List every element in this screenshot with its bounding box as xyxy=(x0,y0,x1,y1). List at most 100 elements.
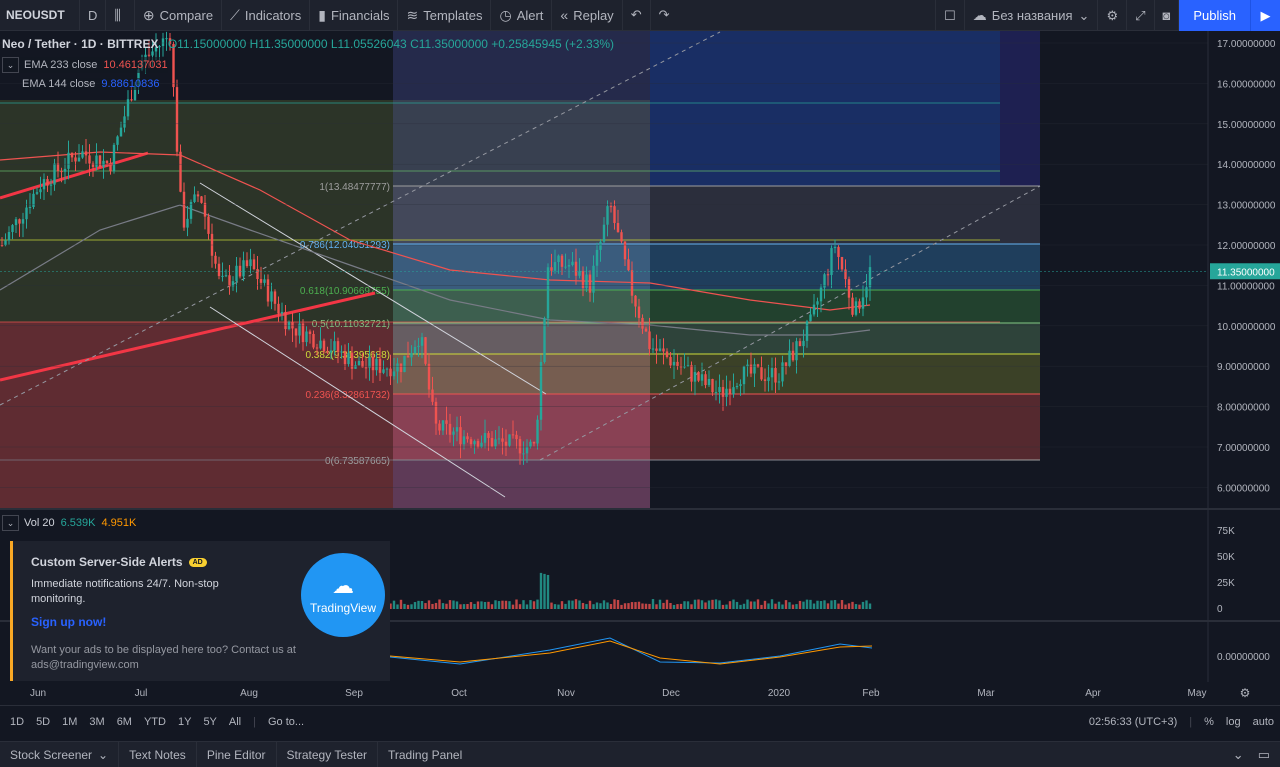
candle-body xyxy=(711,379,714,393)
candle-body xyxy=(385,368,389,370)
candle-body xyxy=(644,328,648,332)
volume-tick: 0 xyxy=(1217,604,1223,615)
range-all[interactable]: All xyxy=(223,716,247,728)
candle-body xyxy=(774,368,777,383)
volume-bar xyxy=(508,601,511,609)
redo-button[interactable]: ↷ xyxy=(651,0,678,31)
chart-type-button[interactable]: ⫼ xyxy=(106,0,135,31)
percent-toggle[interactable]: % xyxy=(1198,716,1220,728)
snapshot-button[interactable]: ◙ xyxy=(1155,0,1180,31)
indicators-label: Indicators xyxy=(244,7,302,23)
candle-body xyxy=(634,295,637,307)
candle-body xyxy=(812,304,816,315)
minimize-icon[interactable]: ⌄ xyxy=(1233,747,1244,763)
symbol-search[interactable]: NEOUSDT xyxy=(0,0,80,31)
volume-bar xyxy=(693,599,697,609)
candle-body xyxy=(105,160,109,164)
settings-button[interactable]: ⚙ xyxy=(1098,0,1128,31)
range-5y[interactable]: 5Y xyxy=(197,716,222,728)
candle-body xyxy=(571,261,574,266)
templates-button[interactable]: ≋ Templates xyxy=(398,0,492,31)
tab-stock-screener[interactable]: Stock Screener ⌄ xyxy=(0,741,120,767)
candle-body xyxy=(784,362,788,367)
legend-close: C11.35000000 xyxy=(410,37,488,51)
maximize-icon[interactable]: ▭ xyxy=(1258,747,1270,763)
tradingview-logo[interactable]: ☁ TradingView xyxy=(301,553,385,637)
axis-settings-icon[interactable]: ⚙ xyxy=(1240,686,1251,700)
range-6m[interactable]: 6M xyxy=(111,716,138,728)
volume-legend[interactable]: ⌄ Vol 20 6.539K 4.951K xyxy=(2,515,136,531)
fullscreen-square-button[interactable]: ☐ xyxy=(935,0,965,31)
zone-blue-top xyxy=(650,31,1000,186)
fullscreen-button[interactable]: ⤢ xyxy=(1127,0,1155,31)
range-ytd[interactable]: YTD xyxy=(138,716,172,728)
time-tick: Feb xyxy=(862,688,880,699)
clock[interactable]: 02:56:33 (UTC+3) xyxy=(1083,716,1183,728)
candle-body xyxy=(767,377,770,381)
range-3m[interactable]: 3M xyxy=(83,716,110,728)
volume-bar xyxy=(592,604,595,609)
volume-bar xyxy=(641,603,644,609)
indicators-icon: ⟋ xyxy=(230,6,240,23)
candle-body xyxy=(735,385,739,388)
time-tick: Aug xyxy=(240,688,258,699)
volume-bar xyxy=(714,599,718,609)
tab-text-notes[interactable]: Text Notes xyxy=(119,741,197,767)
time-tick: Jul xyxy=(135,688,148,699)
ad-popup[interactable]: Custom Server-Side Alerts AD Immediate no… xyxy=(10,541,390,681)
financials-button[interactable]: ▮ Financials xyxy=(310,0,399,31)
interval-button[interactable]: D xyxy=(80,0,107,31)
range-5d[interactable]: 5D xyxy=(30,716,56,728)
volume-bar xyxy=(417,600,420,609)
volume-bar xyxy=(658,599,662,609)
candle-body xyxy=(77,157,81,162)
volume-bar xyxy=(707,600,711,609)
play-button[interactable]: ▶ xyxy=(1250,0,1280,31)
candle-body xyxy=(606,206,609,225)
replay-button[interactable]: «Replay xyxy=(552,0,623,31)
candle-body xyxy=(46,179,49,186)
ema233-legend[interactable]: ⌄ EMA 233 close 10.46137031 xyxy=(2,57,168,73)
candle-body xyxy=(35,192,39,194)
range-1y[interactable]: 1Y xyxy=(172,716,197,728)
candle-body xyxy=(693,372,697,382)
candle-body xyxy=(193,194,196,202)
alert-button[interactable]: ◷ Alert xyxy=(491,0,553,31)
publish-button[interactable]: Publish xyxy=(1179,0,1250,31)
indicators-button[interactable]: ⟋ Indicators xyxy=(222,0,311,31)
volume-bar xyxy=(455,601,459,609)
volume-bar xyxy=(473,603,476,609)
volume-bar xyxy=(532,601,536,609)
tab-pine-editor[interactable]: Pine Editor xyxy=(197,741,277,767)
volume-bar xyxy=(480,601,483,609)
candle-body xyxy=(868,267,872,288)
tab-strategy-tester[interactable]: Strategy Tester xyxy=(277,741,378,767)
volume-bar xyxy=(420,601,424,609)
volume-bar xyxy=(735,601,739,609)
range-1m[interactable]: 1M xyxy=(56,716,83,728)
collapse-volume-icon[interactable]: ⌄ xyxy=(2,515,19,531)
candle-body xyxy=(375,358,378,371)
layout-name-button[interactable]: ☁ Без названия ⌄ xyxy=(965,0,1099,31)
compare-button[interactable]: ⊕ Compare xyxy=(135,0,223,31)
candle-body xyxy=(840,257,844,270)
goto-button[interactable]: Go to... xyxy=(262,716,310,728)
auto-toggle[interactable]: auto xyxy=(1247,716,1280,728)
candle-body xyxy=(242,260,245,277)
undo-button[interactable]: ↶ xyxy=(623,0,651,31)
candle-body xyxy=(707,379,711,386)
zone-dark-top xyxy=(1000,31,1040,186)
log-toggle[interactable]: log xyxy=(1220,716,1247,728)
volume-bar xyxy=(861,601,865,609)
volume-bar xyxy=(581,602,585,609)
candle-body xyxy=(847,279,851,298)
candle-body xyxy=(81,151,84,158)
square-icon: ☐ xyxy=(944,7,956,23)
collapse-icon[interactable]: ⌄ xyxy=(2,57,19,73)
volume-bar xyxy=(809,599,812,609)
tab-trading-panel[interactable]: Trading Panel xyxy=(378,742,472,767)
candle-body xyxy=(641,317,644,329)
candle-body xyxy=(305,331,308,343)
range-1d[interactable]: 1D xyxy=(4,716,30,728)
ema144-legend[interactable]: EMA 144 close 9.88610836 xyxy=(22,78,160,90)
